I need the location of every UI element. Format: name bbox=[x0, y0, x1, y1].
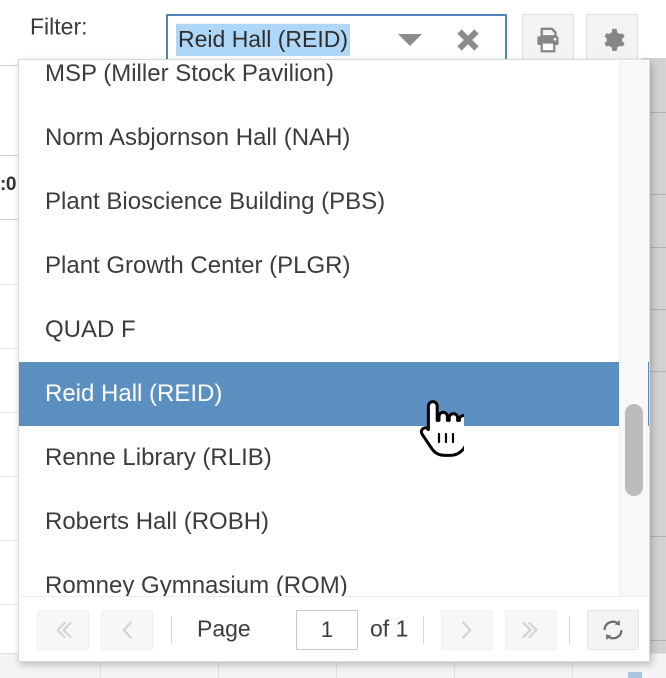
filter-toolbar: Filter: Reid Hall (REID) bbox=[0, 0, 666, 66]
vertical-scrollbar-track[interactable] bbox=[619, 61, 648, 597]
dropdown-list-item[interactable]: Norm Asbjornson Hall (NAH) bbox=[19, 106, 649, 170]
gear-icon bbox=[604, 28, 625, 51]
chevron-left-icon bbox=[122, 621, 132, 639]
pager-divider bbox=[569, 616, 570, 644]
dropdown-list: MSP (Miller Stock Pavilion) Norm Asbjorns… bbox=[19, 60, 649, 597]
dropdown-list-item[interactable]: Roberts Hall (ROBH) bbox=[19, 490, 649, 554]
dropdown-list-inner: MSP (Miller Stock Pavilion) Norm Asbjorns… bbox=[19, 60, 649, 597]
filter-input-value[interactable]: Reid Hall (REID) bbox=[176, 23, 350, 57]
previous-page-button[interactable] bbox=[101, 610, 153, 650]
pager-divider bbox=[171, 616, 172, 644]
dropdown-list-item[interactable]: MSP (Miller Stock Pavilion) bbox=[19, 60, 649, 106]
background-accent-marker bbox=[628, 672, 642, 678]
refresh-icon bbox=[603, 619, 623, 641]
page-number-input[interactable] bbox=[296, 610, 358, 650]
filter-label: Filter: bbox=[30, 13, 88, 40]
pager-divider bbox=[423, 616, 424, 644]
vertical-scrollbar-thumb[interactable] bbox=[625, 404, 643, 496]
dropdown-list-item[interactable]: QUAD F bbox=[19, 298, 649, 362]
page-count-label: of 1 bbox=[370, 615, 409, 642]
building-dropdown-panel: MSP (Miller Stock Pavilion) Norm Asbjorns… bbox=[18, 59, 650, 662]
dropdown-list-item[interactable]: Renne Library (RLIB) bbox=[19, 426, 649, 490]
dropdown-list-item[interactable]: Plant Bioscience Building (PBS) bbox=[19, 170, 649, 234]
first-page-button[interactable] bbox=[37, 610, 89, 650]
page-label: Page bbox=[197, 615, 251, 642]
dropdown-list-item[interactable]: Plant Growth Center (PLGR) bbox=[19, 234, 649, 298]
chevron-down-icon[interactable] bbox=[398, 34, 422, 46]
refresh-button[interactable] bbox=[587, 610, 639, 650]
next-page-button[interactable] bbox=[441, 610, 493, 650]
dropdown-list-item[interactable]: Romney Gymnasium (ROM) bbox=[19, 554, 649, 597]
dropdown-list-item[interactable]: Reid Hall (REID) bbox=[19, 362, 649, 426]
double-chevron-left-icon bbox=[56, 621, 72, 639]
last-page-button[interactable] bbox=[505, 610, 557, 650]
clear-x-icon[interactable] bbox=[453, 25, 483, 55]
pagination-bar: Page of 1 bbox=[19, 596, 649, 661]
chevron-right-icon bbox=[462, 621, 472, 639]
double-chevron-right-icon bbox=[522, 621, 538, 639]
printer-icon bbox=[537, 27, 559, 53]
